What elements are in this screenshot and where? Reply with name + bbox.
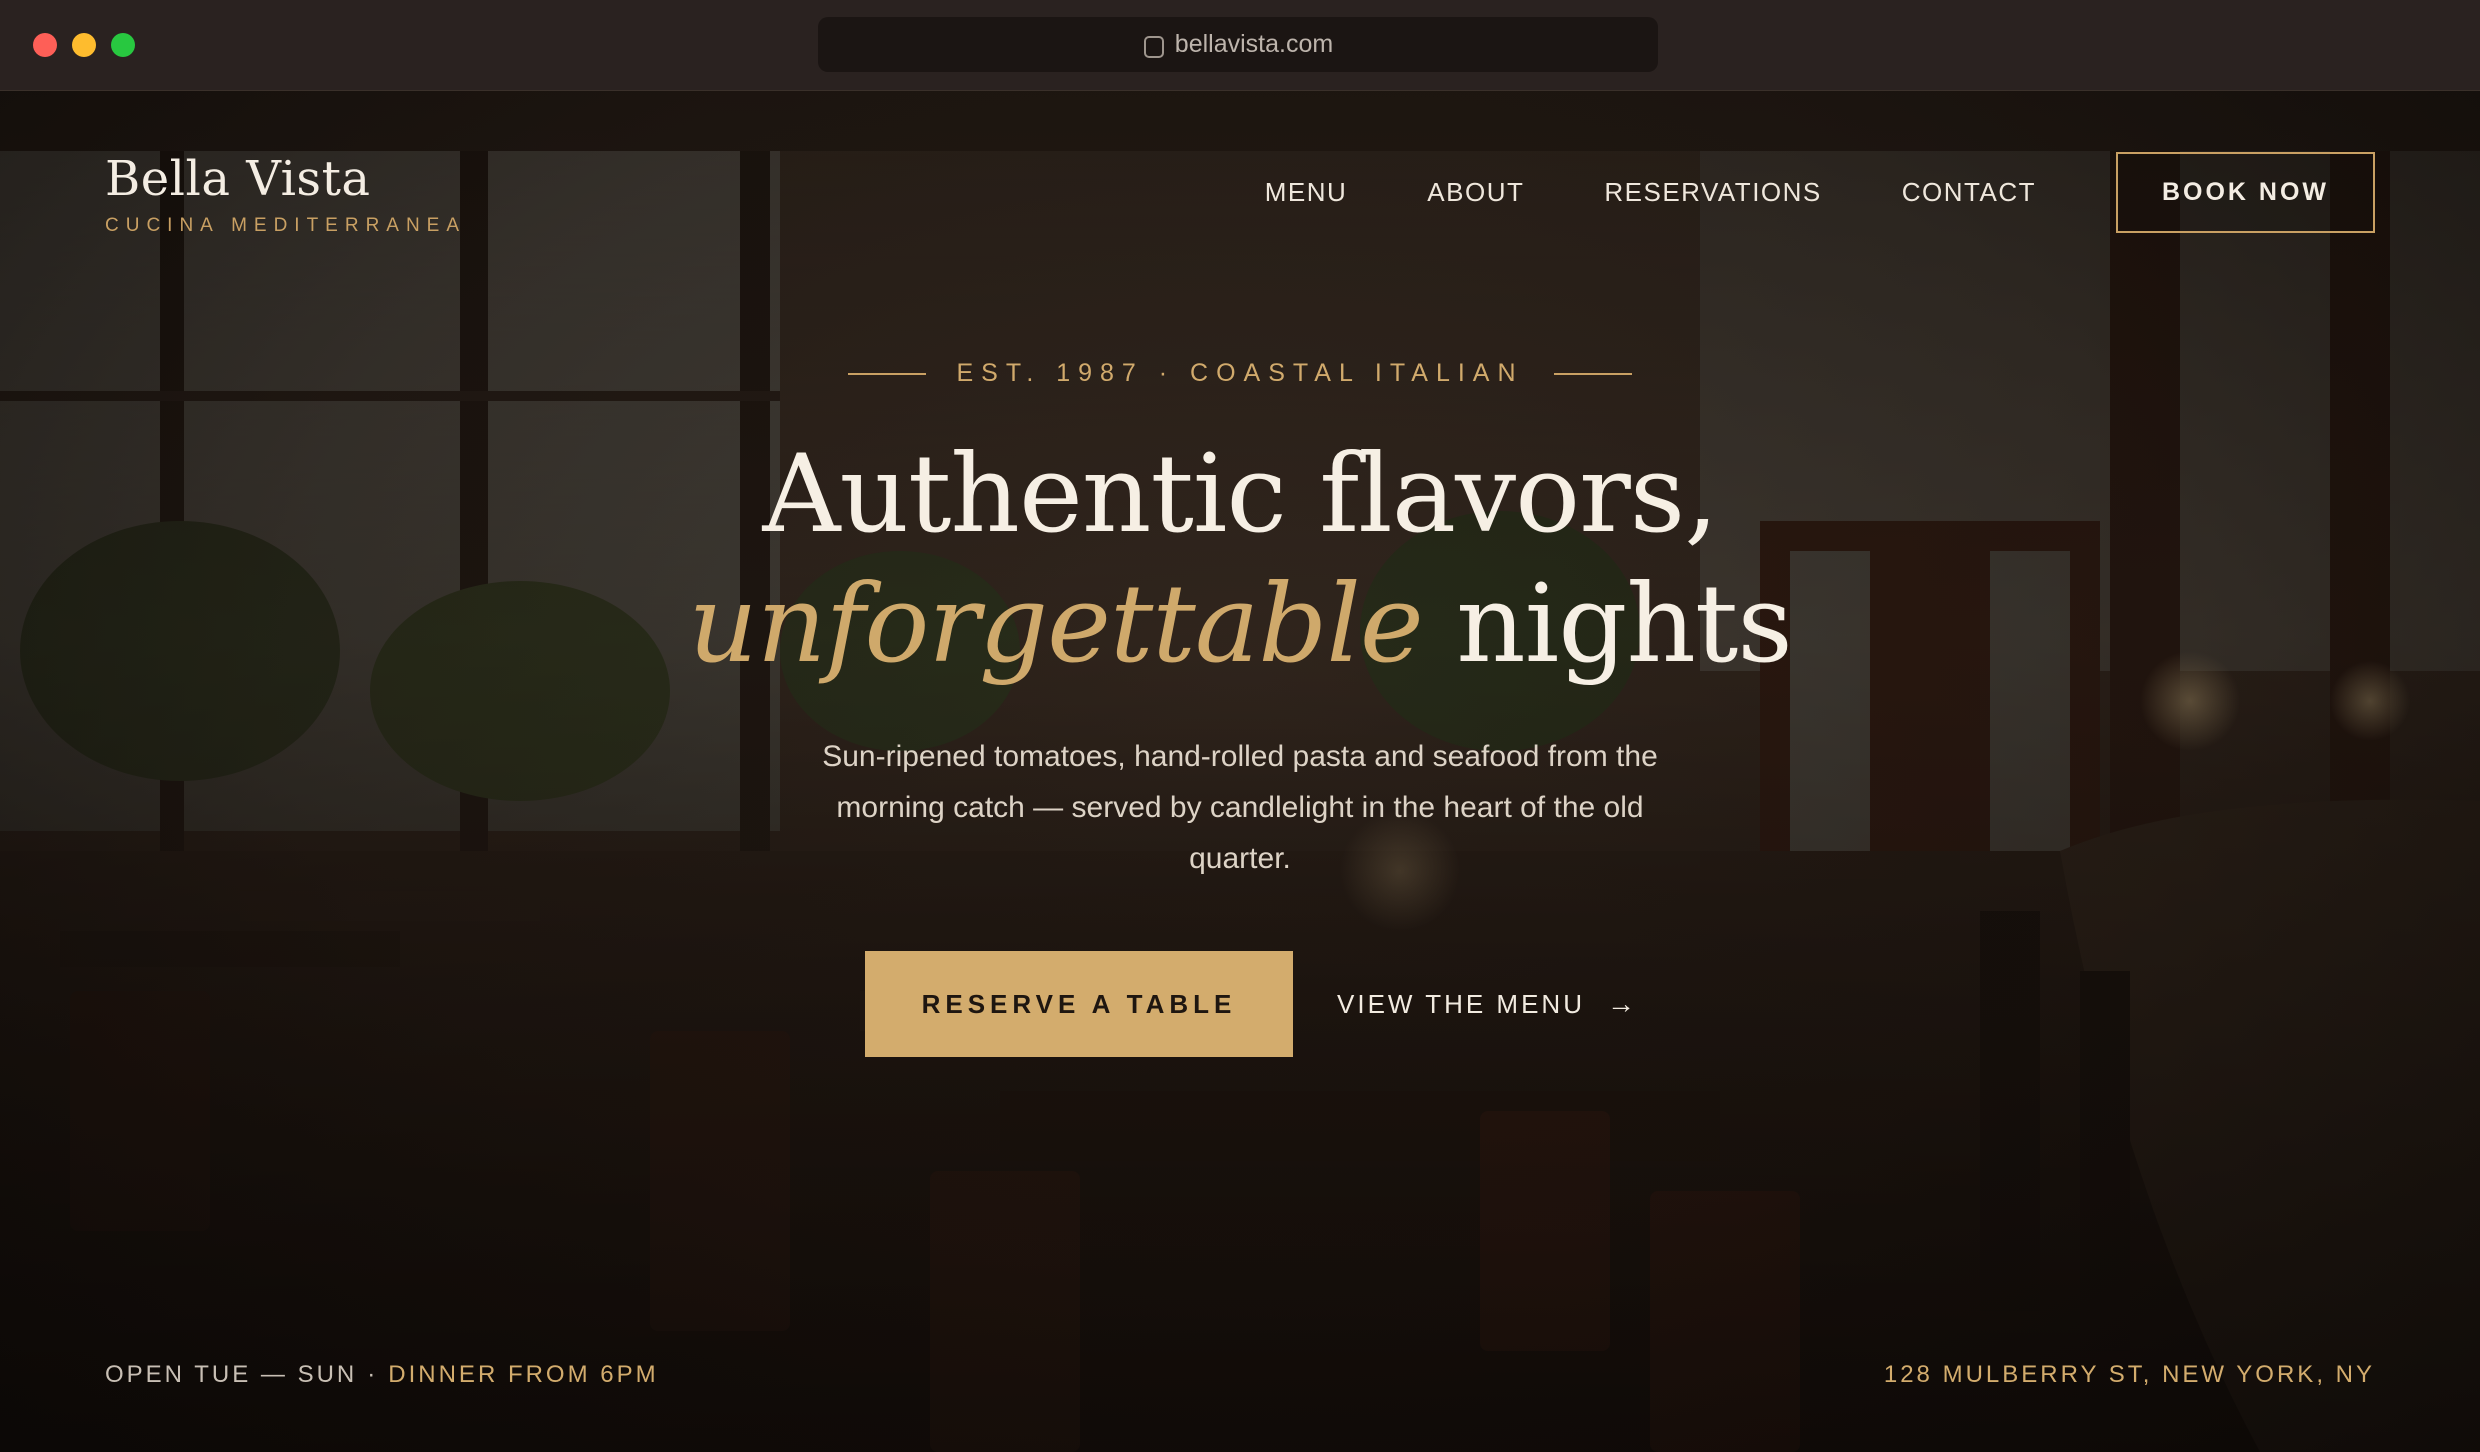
view-menu-label: VIEW THE MENU [1337, 988, 1585, 1019]
separator: · [367, 1361, 379, 1388]
lock-icon [1143, 34, 1164, 58]
address: 128 MULBERRY ST, NEW YORK, NY [1883, 1361, 2375, 1388]
hero-actions: RESERVE A TABLE VIEW THE MENU → [865, 951, 1638, 1057]
hero-headline-line2: unforgettable nights [0, 561, 2480, 689]
nav-link-contact[interactable]: CONTACT [1902, 177, 2036, 208]
logo[interactable]: Bella Vista CUCINA MEDITERRANEA [105, 151, 466, 237]
opening-hours: OPEN TUE — SUN · DINNER FROM 6PM [105, 1361, 659, 1389]
address-bar[interactable]: bellavista.com [818, 17, 1658, 72]
hero-section: Bella Vista CUCINA MEDITERRANEA MENU ABO… [0, 91, 2480, 1452]
brand-name: Bella Vista [105, 151, 371, 207]
dinner-time: DINNER FROM 6PM [388, 1361, 659, 1388]
book-now-button[interactable]: BOOK NOW [2116, 152, 2375, 233]
brand-tagline: CUCINA MEDITERRANEA [105, 215, 467, 236]
view-menu-link[interactable]: VIEW THE MENU → [1337, 988, 1638, 1020]
nav-link-about[interactable]: ABOUT [1427, 177, 1524, 208]
reserve-table-button[interactable]: RESERVE A TABLE [865, 951, 1293, 1057]
minimize-window-button[interactable] [72, 33, 96, 57]
hero-eyebrow: EST. 1987 · COASTAL ITALIAN [0, 359, 2480, 388]
close-window-button[interactable] [33, 33, 57, 57]
headline-rest: nights [1456, 562, 1793, 687]
hero-headline-line1: Authentic flavors, [762, 432, 1718, 557]
hero-description: Sun-ripened tomatoes, hand-rolled pasta … [822, 740, 1658, 875]
divider [848, 372, 927, 375]
browser-toolbar: bellavista.com [0, 0, 2480, 91]
arrow-right-icon: → [1606, 988, 1638, 1019]
hours-text: OPEN TUE — SUN [105, 1361, 358, 1388]
eyebrow-text: EST. 1987 · COASTAL ITALIAN [956, 359, 1524, 387]
main-nav: MENU ABOUT RESERVATIONS CONTACT BOOK NOW [1265, 152, 2375, 233]
nav-link-menu[interactable]: MENU [1265, 177, 1348, 208]
headline-accent: unforgettable [688, 562, 1424, 687]
divider [1553, 372, 1632, 375]
nav-link-reservations[interactable]: RESERVATIONS [1604, 177, 1821, 208]
url-text: bellavista.com [1174, 30, 1334, 58]
maximize-window-button[interactable] [111, 33, 135, 57]
